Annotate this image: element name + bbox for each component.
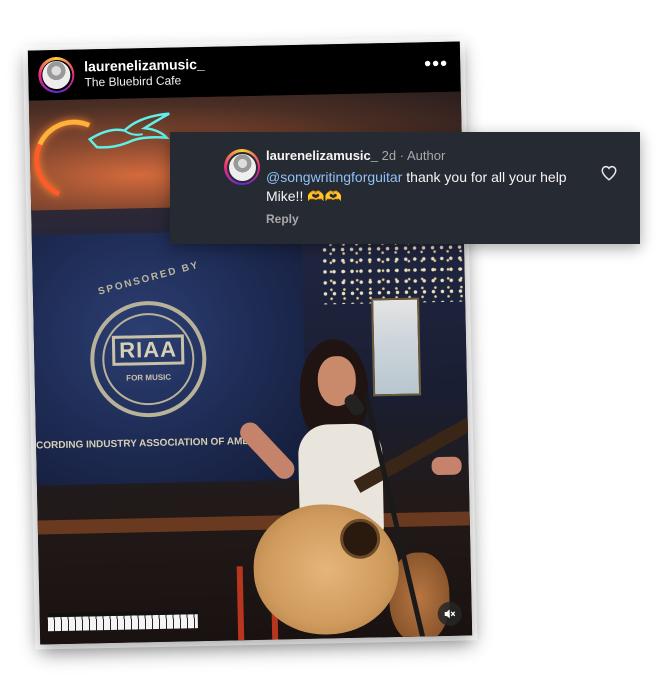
profile-avatar[interactable] — [37, 56, 75, 94]
banner-sponsored-text: SPONSORED BY — [97, 259, 201, 298]
comment-separator: · — [399, 148, 405, 163]
comment-text: @songwritingforguitar thank you for all … — [266, 168, 586, 206]
post-location[interactable]: The Bluebird Cafe — [84, 73, 205, 91]
post-header: laurenelizamusic_ The Bluebird Cafe ••• — [27, 41, 461, 101]
post-header-text: laurenelizamusic_ The Bluebird Cafe — [84, 56, 205, 91]
stage-shelf — [37, 511, 470, 535]
keyboard-instrument — [47, 610, 198, 632]
comment-meta: laurenelizamusic_ 2d · Author — [266, 148, 445, 163]
comment-mention-link[interactable]: @songwritingforguitar — [266, 169, 402, 185]
riaa-logo: RIAA FOR MUSIC — [89, 299, 208, 419]
comment-author-badge: Author — [406, 148, 446, 163]
string-lights — [319, 241, 466, 305]
banner-association-text: CORDING INDUSTRY ASSOCIATION OF AME — [35, 436, 250, 452]
post-username[interactable]: laurenelizamusic_ — [84, 56, 205, 76]
riaa-logo-text: RIAA — [111, 334, 185, 366]
comment-username[interactable]: laurenelizamusic_ — [266, 148, 378, 163]
wall-poster — [371, 297, 422, 397]
comment-card: laurenelizamusic_ 2d · Author @songwriti… — [170, 132, 640, 244]
reply-button[interactable]: Reply — [266, 212, 299, 226]
singer-hand — [431, 456, 462, 476]
comment-avatar[interactable] — [224, 149, 260, 185]
avatar-image — [42, 60, 71, 90]
speaker-muted-icon — [444, 609, 456, 619]
comment-time: 2d — [381, 148, 397, 163]
comment-avatar-image — [228, 153, 256, 181]
more-options-button[interactable]: ••• — [422, 53, 451, 80]
heart-outline-icon[interactable] — [600, 164, 618, 182]
neon-bird-sign — [87, 112, 170, 149]
